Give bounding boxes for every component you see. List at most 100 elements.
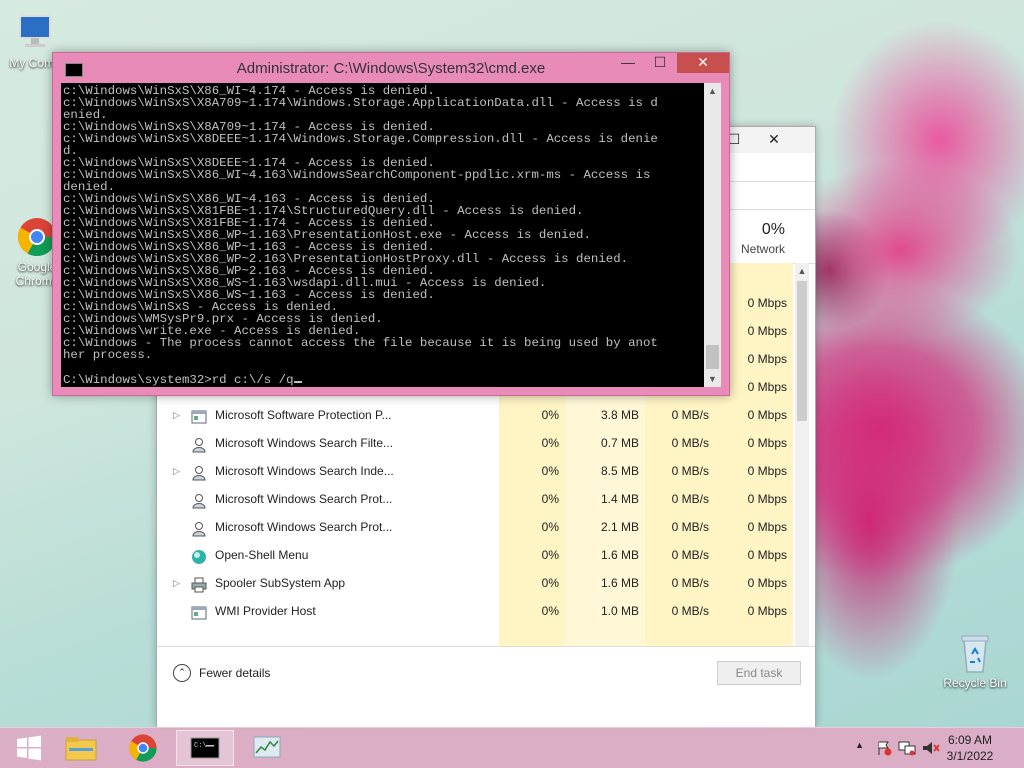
process-network: 0 Mbps: [747, 576, 787, 590]
process-network: 0 Mbps: [747, 548, 787, 562]
search-person-icon: [191, 491, 207, 509]
task-manager-icon: [253, 736, 281, 758]
shell-orb-icon: [191, 547, 207, 564]
window-app-icon: [191, 407, 207, 424]
process-disk: 0 MB/s: [671, 492, 709, 506]
chrome-icon: [129, 734, 157, 762]
process-name: Spooler SubSystem App: [215, 576, 346, 590]
scrollbar-thumb[interactable]: [797, 281, 807, 421]
scroll-up-arrow[interactable]: ▲: [795, 263, 809, 279]
process-disk: 0 MB/s: [671, 520, 709, 534]
taskbar-chrome[interactable]: [114, 730, 172, 766]
search-person-icon: [191, 435, 207, 453]
clock[interactable]: 6:09 AM 3/1/2022: [940, 732, 1000, 764]
desktop-icon-label: Recycle Bin: [943, 676, 1007, 690]
process-name: Microsoft Software Protection P...: [215, 408, 392, 422]
printer-icon: [191, 575, 207, 593]
scroll-up-arrow[interactable]: ▲: [704, 83, 721, 99]
windows-logo-icon: [17, 735, 41, 761]
console-scrollbar[interactable]: ▲ ▼: [704, 83, 721, 387]
process-memory: 1.6 MB: [600, 576, 639, 590]
process-cpu: 0%: [541, 436, 559, 450]
taskbar-task-manager[interactable]: [238, 730, 296, 766]
search-person-icon: [191, 519, 207, 537]
desktop-icon-recycle-bin[interactable]: Recycle Bin: [940, 632, 1010, 690]
process-name: Microsoft Windows Search Inde...: [215, 464, 394, 478]
search-person-icon: [191, 463, 207, 481]
cmd-window[interactable]: Administrator: C:\Windows\System32\cmd.e…: [52, 52, 730, 396]
process-cpu: 0%: [541, 492, 559, 506]
process-disk: 0 MB/s: [671, 464, 709, 478]
end-task-button[interactable]: End task: [717, 661, 801, 685]
clock-date: 3/1/2022: [946, 749, 994, 763]
folder-icon: [65, 737, 97, 761]
close-button[interactable]: ✕: [677, 53, 729, 73]
network-icon[interactable]: [898, 740, 916, 756]
expand-chevron-icon[interactable]: ▷: [173, 569, 183, 597]
start-button[interactable]: [0, 730, 58, 766]
process-row[interactable]: ▷ Microsoft Software Protection P... 0% 3.8…: [165, 401, 793, 429]
console-output[interactable]: c:\Windows\WinSxS\X86_WI~4.174 - Access …: [61, 83, 705, 387]
task-manager-footer: ⌃ Fewer details End task: [157, 646, 815, 697]
show-hidden-icons-icon[interactable]: ▲: [855, 740, 864, 750]
window-app-icon: [191, 603, 207, 620]
text-cursor: [293, 373, 302, 383]
process-cpu: 0%: [541, 408, 559, 422]
fewer-details-button[interactable]: ⌃ Fewer details: [173, 663, 270, 683]
process-memory: 1.0 MB: [600, 604, 639, 618]
taskbar: C:\ ▲ 6:09 AM 3/1/2022: [0, 727, 1024, 768]
cmd-icon: C:\: [190, 737, 220, 759]
process-cpu: 0%: [541, 520, 559, 534]
process-network: 0 Mbps: [747, 436, 787, 450]
process-memory: 1.4 MB: [600, 492, 639, 506]
process-disk: 0 MB/s: [671, 548, 709, 562]
process-name: Microsoft Windows Search Prot...: [215, 492, 393, 506]
process-row[interactable]: ▷ Spooler SubSystem App 0% 1.6 MB 0 MB/s 0 Mb…: [165, 569, 793, 597]
process-memory: 0.7 MB: [600, 436, 639, 450]
process-disk: 0 MB/s: [671, 576, 709, 590]
process-disk: 0 MB/s: [671, 408, 709, 422]
console-text: c:\Windows\WinSxS\X86_WI~4.174 - Access …: [63, 84, 658, 387]
svg-text:C:\: C:\: [194, 742, 207, 750]
close-button[interactable]: ✕: [757, 127, 791, 151]
action-center-flag-icon[interactable]: [876, 740, 892, 756]
process-disk: 0 MB/s: [671, 436, 709, 450]
process-name: Open-Shell Menu: [215, 548, 309, 562]
computer-icon: [14, 12, 56, 54]
clock-time: 6:09 AM: [947, 733, 993, 747]
process-name: WMI Provider Host: [215, 604, 316, 618]
process-memory: 8.5 MB: [600, 464, 639, 478]
recycle-bin-icon: [954, 632, 996, 674]
volume-muted-icon[interactable]: [922, 740, 940, 756]
process-row[interactable]: Microsoft Windows Search Filte... 0% 0.7 M…: [165, 429, 793, 457]
process-list-scrollbar[interactable]: ▲ ▼: [795, 263, 809, 671]
taskbar-cmd[interactable]: C:\: [176, 730, 234, 766]
process-cpu: 0%: [541, 604, 559, 618]
process-row[interactable]: WMI Provider Host 0% 1.0 MB 0 MB/s 0 Mbps: [165, 597, 793, 625]
process-row[interactable]: Microsoft Windows Search Prot... 0% 1.4 MB…: [165, 485, 793, 513]
process-memory: 2.1 MB: [600, 520, 639, 534]
process-network: 0 Mbps: [747, 520, 787, 534]
minimize-button[interactable]: —: [613, 53, 643, 73]
taskbar-file-explorer[interactable]: [52, 730, 110, 766]
process-cpu: 0%: [541, 464, 559, 478]
fewer-details-label: Fewer details: [199, 666, 271, 680]
process-memory: 3.8 MB: [600, 408, 639, 422]
process-cpu: 0%: [541, 576, 559, 590]
process-network: 0 Mbps: [747, 492, 787, 506]
process-disk: 0 MB/s: [671, 604, 709, 618]
expand-chevron-icon[interactable]: ▷: [173, 457, 183, 485]
process-network: 0 Mbps: [747, 464, 787, 478]
process-network: 0 Mbps: [747, 604, 787, 618]
scrollbar-thumb[interactable]: [706, 345, 719, 369]
maximize-button[interactable]: ☐: [645, 53, 675, 73]
process-row[interactable]: Open-Shell Menu 0% 1.6 MB 0 MB/s 0 Mbps: [165, 541, 793, 569]
process-name: Microsoft Windows Search Filte...: [215, 436, 394, 450]
process-cpu: 0%: [541, 548, 559, 562]
expand-chevron-icon[interactable]: ▷: [173, 401, 183, 429]
process-row[interactable]: Microsoft Windows Search Prot... 0% 2.1 MB…: [165, 513, 793, 541]
scroll-down-arrow[interactable]: ▼: [704, 371, 721, 387]
process-name: Microsoft Windows Search Prot...: [215, 520, 393, 534]
process-memory: 1.6 MB: [600, 548, 639, 562]
process-row[interactable]: ▷ Microsoft Windows Search Inde... 0% 8.5 M…: [165, 457, 793, 485]
